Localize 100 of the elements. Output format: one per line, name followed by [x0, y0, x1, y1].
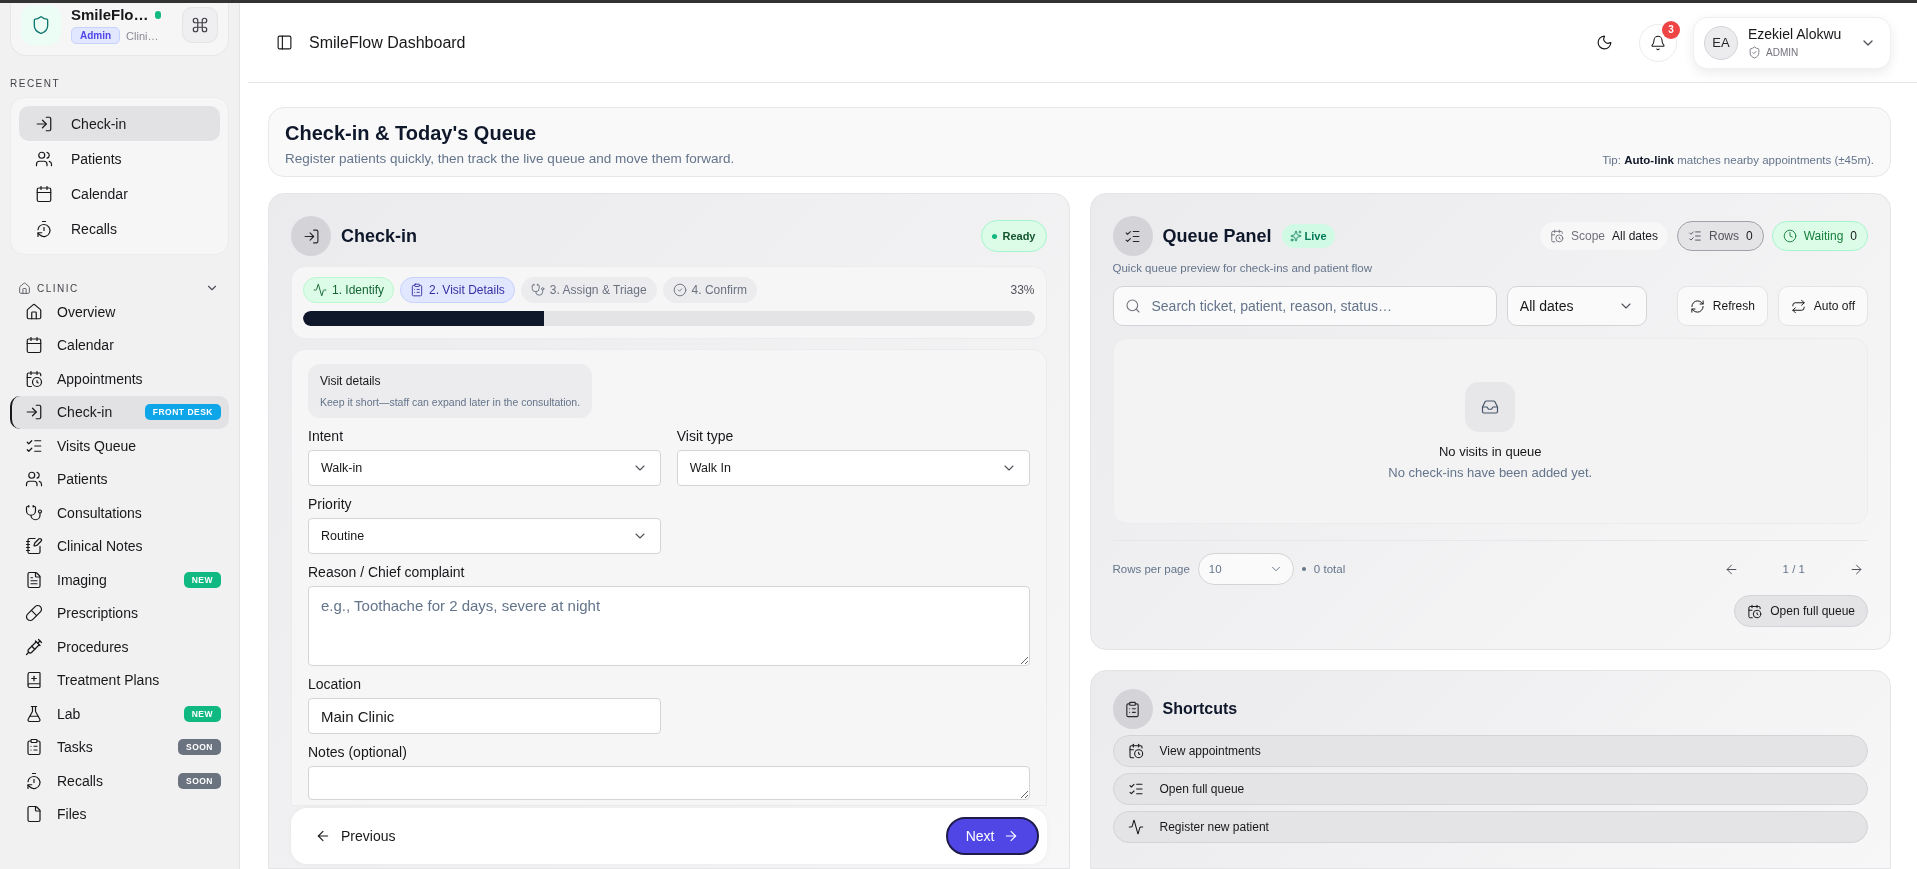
search-icon [1124, 298, 1141, 314]
nav-item[interactable]: Clinical Notes [10, 529, 229, 563]
waiting-chip: Waiting 0 [1771, 221, 1868, 251]
panel-title: Check-in [341, 225, 418, 247]
nav-item[interactable]: Procedures [10, 630, 229, 664]
field-label: Notes (optional) [308, 744, 408, 760]
clipboard-icon [410, 283, 425, 297]
intro-title: Check-in & Today's Queue [285, 122, 538, 145]
section-hint: Keep it short—staff can expand later in the consultation. [320, 396, 581, 408]
role-badge: Admin [71, 27, 121, 44]
rows-chip: Rows 0 [1677, 221, 1764, 251]
page-size-select[interactable]: 10 [1197, 553, 1294, 585]
open-queue-button[interactable]: Open full queue [1734, 595, 1868, 627]
timer-icon [35, 219, 53, 238]
checklist-icon [1127, 781, 1144, 797]
user-menu[interactable]: EA Ezekiel Alokwu ADMIN [1693, 16, 1891, 69]
previous-button[interactable]: Previous [311, 822, 400, 850]
nav-item[interactable]: Patients [10, 462, 229, 496]
section-title: Visit details [320, 374, 382, 388]
login-icon [35, 114, 53, 133]
notification-count: 3 [1662, 20, 1680, 39]
progress-reading: 33% [1010, 283, 1035, 297]
book-plus-icon [25, 671, 43, 690]
page-indicator: 1 / 1 [1782, 563, 1805, 575]
recent-item[interactable]: Patients [19, 141, 220, 176]
nav-item[interactable]: Tasks SOON [10, 730, 229, 764]
nav-item[interactable]: Treatment Plans [10, 663, 229, 697]
notebook-icon [25, 537, 43, 556]
scope-chip: Scope All dates [1538, 221, 1670, 251]
pulse-icon [1127, 819, 1144, 835]
nav-badge: NEW [183, 571, 221, 588]
notifications-button[interactable]: 3 [1639, 23, 1677, 62]
page-title: SmileFlow Dashboard [309, 33, 467, 52]
nav-badge: SOON [177, 739, 221, 756]
tip-text: Tip: Auto-link matches nearby appointments (±45m). [1602, 154, 1874, 166]
command-button[interactable] [182, 7, 218, 43]
checklist-icon [1688, 229, 1703, 243]
login-icon [25, 403, 43, 422]
recent-item[interactable]: Check-in [19, 106, 220, 141]
nav-item[interactable]: Lab NEW [10, 697, 229, 731]
panel-title: Shortcuts [1162, 700, 1238, 718]
calendar-clock-icon [25, 369, 43, 388]
moon-icon [1595, 34, 1613, 51]
auto-refresh-button[interactable]: Auto off [1777, 286, 1868, 326]
step-tab[interactable]: 3. Assign & Triage [520, 277, 657, 303]
shortcut-button[interactable]: Register new patient [1112, 811, 1868, 843]
file-icon [25, 805, 43, 824]
clock-icon [1782, 229, 1797, 243]
refresh-button[interactable]: Refresh [1676, 286, 1768, 326]
arrow-left-icon [315, 828, 331, 844]
nav-item[interactable]: Visits Queue [10, 429, 229, 463]
calendar-clock-icon [1127, 743, 1144, 759]
field-label: Reason / Chief complaint [308, 564, 466, 580]
live-badge: Live [1281, 224, 1335, 248]
select-field[interactable]: Routine [308, 518, 661, 554]
brand-name: SmileFlo… [71, 6, 149, 23]
recent-item[interactable]: Calendar [19, 176, 220, 211]
nav-item[interactable]: Recalls SOON [10, 764, 229, 798]
shield-check-icon [1748, 46, 1761, 59]
search-field[interactable]: Search ticket, patient, reason, status… [1112, 286, 1497, 326]
step-tab[interactable]: 1. Identify [303, 277, 395, 303]
nav-item[interactable]: Imaging NEW [10, 563, 229, 597]
home-icon [18, 281, 31, 295]
nav-item[interactable]: Consultations [10, 496, 229, 530]
shortcut-button[interactable]: Open full queue [1112, 773, 1868, 805]
refresh-icon [1689, 298, 1705, 314]
nav-item[interactable]: Calendar [10, 328, 229, 362]
user-name: Ezekiel Alokwu [1748, 26, 1842, 42]
next-button[interactable]: Next [945, 817, 1039, 855]
command-icon [191, 16, 209, 34]
arrow-right-icon [1849, 561, 1864, 577]
shield-icon [31, 15, 51, 35]
recent-item[interactable]: Recalls [19, 211, 220, 246]
users-icon [25, 470, 43, 489]
home-icon [25, 302, 43, 321]
input-field[interactable]: Main Clinic [308, 698, 661, 734]
panel-subtitle: Quick queue preview for check-ins and patient flow [1112, 262, 1374, 274]
inbox-icon [1465, 382, 1516, 432]
select-field[interactable]: Walk-in [308, 450, 661, 486]
nav-item[interactable]: Overview [10, 295, 229, 329]
users-icon [35, 149, 53, 168]
nav-item[interactable]: Files [10, 797, 229, 831]
step-tab[interactable]: 4. Confirm [662, 277, 757, 303]
calendar-clock-icon [1747, 603, 1763, 619]
stethoscope-icon [25, 503, 43, 522]
group-label: CLINIC [37, 282, 80, 294]
nav-item[interactable]: Appointments [10, 362, 229, 396]
text-area[interactable]: e.g., Toothache for 2 days, severe at night [308, 586, 1030, 666]
nav-badge: FRONT DESK [144, 404, 221, 421]
calendar-icon [35, 184, 53, 203]
select-field[interactable]: Walk In [676, 450, 1030, 486]
sidebar-toggle-icon[interactable] [276, 34, 293, 51]
nav-item[interactable]: Check-in FRONT DESK [10, 395, 229, 429]
field-label: Location [308, 676, 362, 692]
shortcut-button[interactable]: View appointments [1112, 735, 1868, 767]
step-tab[interactable]: 2. Visit Details [400, 277, 515, 303]
nav-item[interactable]: Prescriptions [10, 596, 229, 630]
date-select[interactable]: All dates [1506, 286, 1647, 326]
rows-per-page-label: Rows per page [1112, 563, 1190, 575]
clipboard-icon [1112, 689, 1153, 729]
